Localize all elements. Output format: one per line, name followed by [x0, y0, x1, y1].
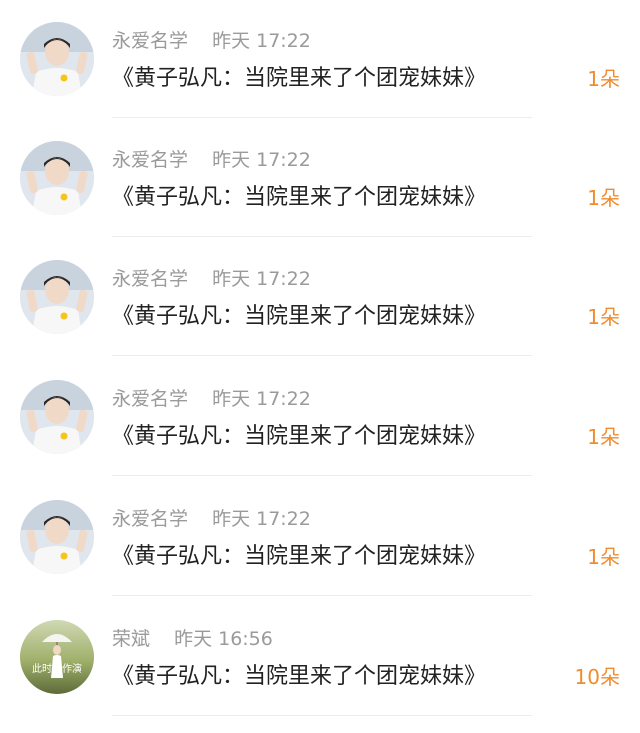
- idol-avatar-icon[interactable]: [20, 141, 94, 215]
- item-meta: 永爱名学 昨天 17:22: [112, 384, 311, 411]
- user-name[interactable]: 荣斌: [112, 628, 150, 650]
- list-item[interactable]: 永爱名学 昨天 17:22 《黄子弘凡：当院里来了个团宠妹妹》 1朵: [0, 478, 640, 596]
- flower-count: 1朵: [587, 545, 620, 569]
- divider: [112, 355, 532, 356]
- flower-count: 1朵: [587, 305, 620, 329]
- item-meta: 永爱名学 昨天 17:22: [112, 264, 311, 291]
- idol-avatar-icon[interactable]: [20, 22, 94, 96]
- item-title[interactable]: 《黄子弘凡：当院里来了个团宠妹妹》: [112, 60, 486, 92]
- user-name[interactable]: 永爱名学: [112, 508, 188, 530]
- idol-avatar-icon[interactable]: [20, 260, 94, 334]
- idol-avatar-icon[interactable]: [20, 500, 94, 574]
- divider: [112, 475, 532, 476]
- divider: [112, 595, 532, 596]
- item-meta: 永爱名学 昨天 17:22: [112, 145, 311, 172]
- list-item[interactable]: 永爱名学 昨天 17:22 《黄子弘凡：当院里来了个团宠妹妹》 1朵: [0, 238, 640, 356]
- idol-avatar-icon[interactable]: [20, 380, 94, 454]
- item-meta: 荣斌 昨天 16:56: [112, 624, 273, 651]
- timestamp: 昨天 17:22: [212, 388, 311, 410]
- flower-count: 10朵: [574, 665, 620, 689]
- gift-list: 永爱名学 昨天 17:22 《黄子弘凡：当院里来了个团宠妹妹》 1朵 永爱名学 …: [0, 0, 640, 733]
- divider: [112, 715, 532, 716]
- svg-text:此时文作演: 此时文作演: [32, 662, 82, 675]
- flower-count: 1朵: [587, 67, 620, 91]
- item-title[interactable]: 《黄子弘凡：当院里来了个团宠妹妹》: [112, 418, 486, 450]
- list-item[interactable]: 永爱名学 昨天 17:22 《黄子弘凡：当院里来了个团宠妹妹》 1朵: [0, 0, 640, 118]
- user-name[interactable]: 永爱名学: [112, 268, 188, 290]
- item-title[interactable]: 《黄子弘凡：当院里来了个团宠妹妹》: [112, 179, 486, 211]
- timestamp: 昨天 17:22: [212, 30, 311, 52]
- flower-count: 1朵: [587, 425, 620, 449]
- list-item[interactable]: 此时文作演 荣斌 昨天 16:56 《黄子弘凡：当院里来了个团宠妹妹》 10朵: [0, 598, 640, 716]
- item-title[interactable]: 《黄子弘凡：当院里来了个团宠妹妹》: [112, 298, 486, 330]
- umbrella-girl-avatar-icon[interactable]: 此时文作演: [20, 620, 94, 694]
- timestamp: 昨天 17:22: [212, 149, 311, 171]
- item-meta: 永爱名学 昨天 17:22: [112, 504, 311, 531]
- flower-count: 1朵: [587, 186, 620, 210]
- timestamp: 昨天 17:22: [212, 508, 311, 530]
- item-title[interactable]: 《黄子弘凡：当院里来了个团宠妹妹》: [112, 538, 486, 570]
- timestamp: 昨天 16:56: [174, 628, 273, 650]
- divider: [112, 117, 532, 118]
- item-meta: 永爱名学 昨天 17:22: [112, 26, 311, 53]
- user-name[interactable]: 永爱名学: [112, 30, 188, 52]
- list-item[interactable]: 永爱名学 昨天 17:22 《黄子弘凡：当院里来了个团宠妹妹》 1朵: [0, 119, 640, 237]
- list-item[interactable]: 永爱名学 昨天 17:22 《黄子弘凡：当院里来了个团宠妹妹》 1朵: [0, 358, 640, 476]
- user-name[interactable]: 永爱名学: [112, 388, 188, 410]
- user-name[interactable]: 永爱名学: [112, 149, 188, 171]
- item-title[interactable]: 《黄子弘凡：当院里来了个团宠妹妹》: [112, 658, 486, 690]
- timestamp: 昨天 17:22: [212, 268, 311, 290]
- divider: [112, 236, 532, 237]
